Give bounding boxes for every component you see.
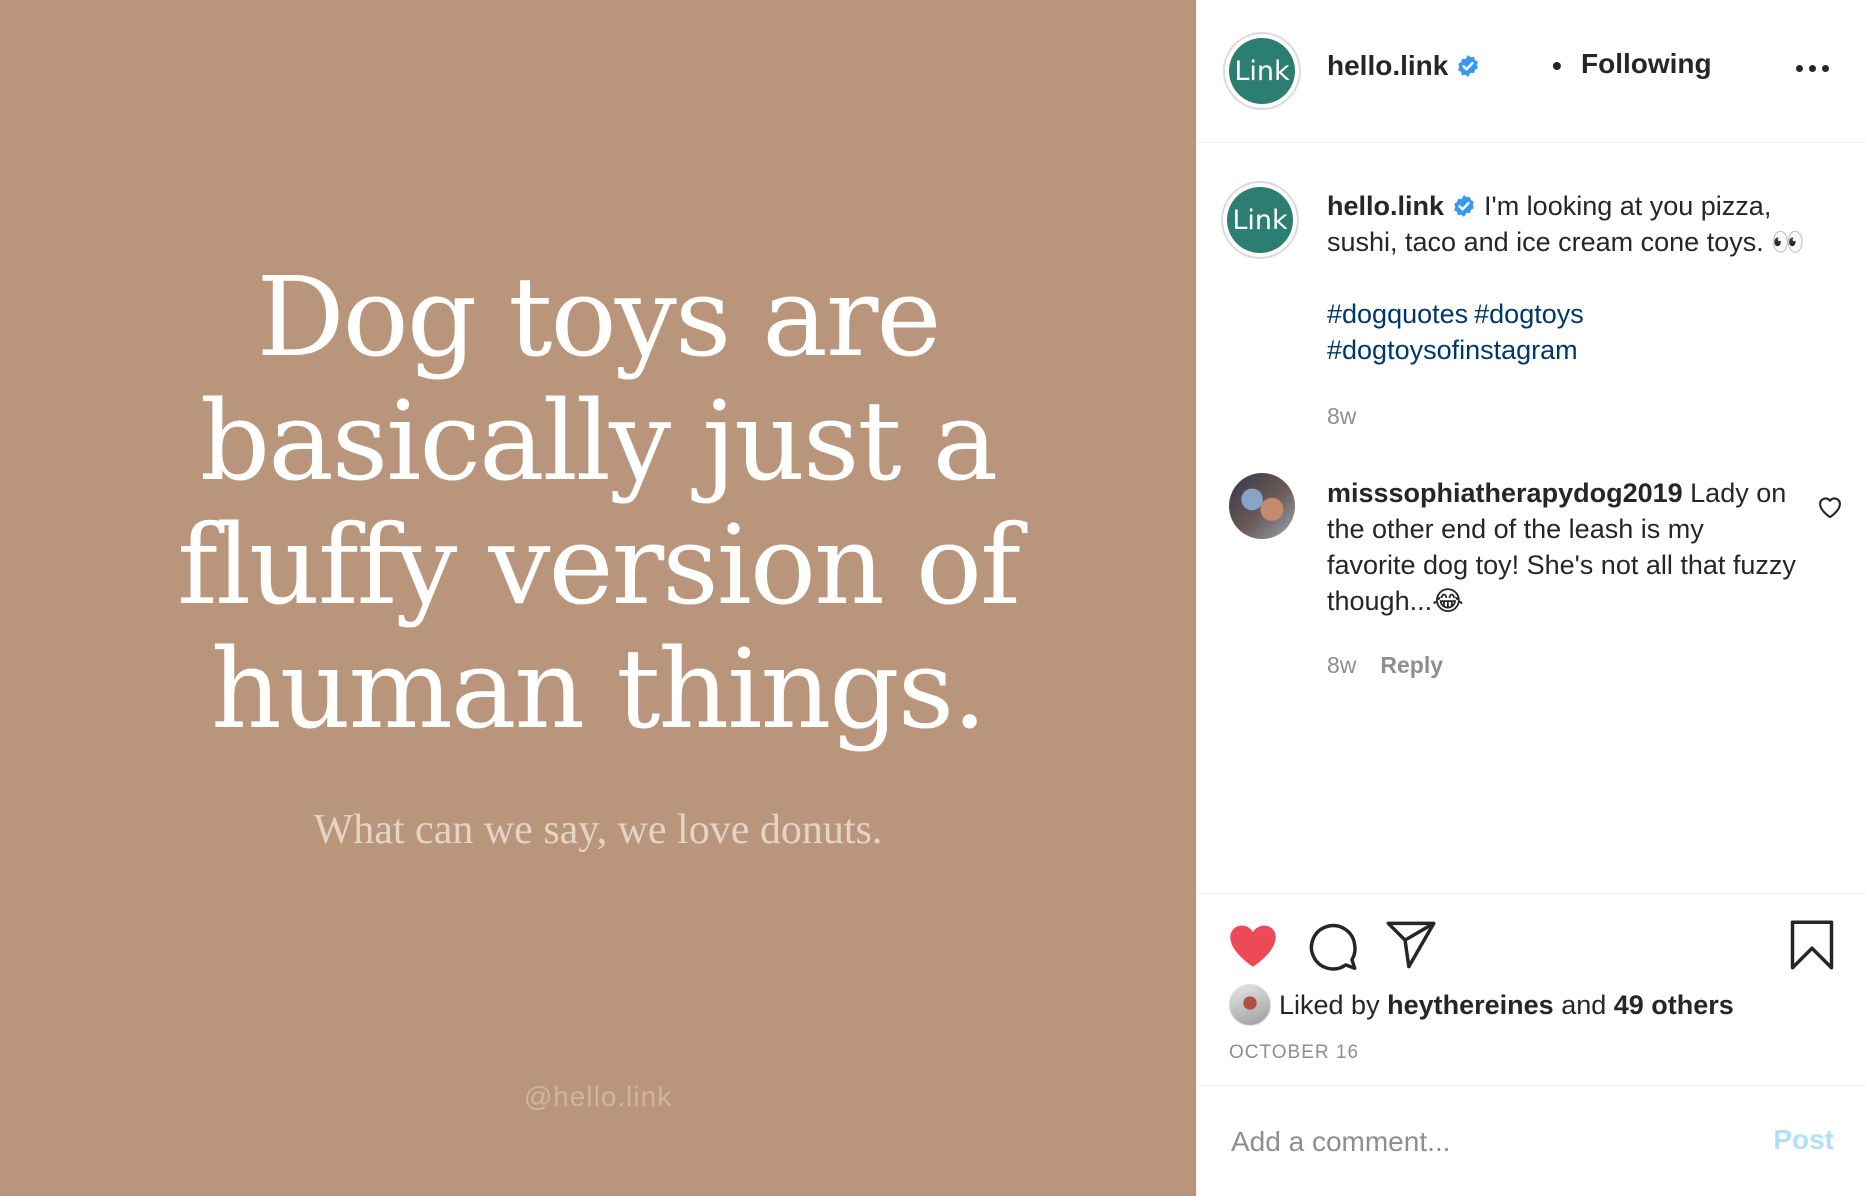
liked-by-user[interactable]: heythereines [1387, 990, 1554, 1021]
post-comment-button[interactable]: Post [1773, 1124, 1834, 1156]
caption-username[interactable]: hello.link [1327, 191, 1444, 221]
share-send-icon[interactable] [1385, 919, 1437, 971]
post-side-panel: Link hello.link • Following Link hello.l… [1196, 0, 1866, 1196]
caption-body: hello.link I'm looking at you pizza, sus… [1327, 188, 1847, 434]
quote-line: basically just a [199, 377, 998, 505]
header-separator: • [1552, 50, 1562, 81]
comment-input[interactable] [1229, 1116, 1713, 1168]
author-username-text: hello.link [1327, 50, 1449, 81]
post-date[interactable]: OCTOBER 16 [1229, 1042, 1359, 1064]
quote-subline: What can we say, we love donuts. [313, 807, 883, 853]
hashtag-link[interactable]: #dogquotes [1327, 296, 1468, 332]
reply-button[interactable]: Reply [1380, 652, 1443, 678]
caption-author-avatar[interactable]: Link [1227, 187, 1293, 253]
author-username[interactable]: hello.link [1327, 50, 1480, 82]
quote-line: fluffy version of [177, 501, 1021, 629]
comment-bubble-icon[interactable] [1307, 919, 1359, 971]
comments-section[interactable]: Link hello.link I'm looking at you pizza… [1197, 143, 1866, 893]
liker-avatar[interactable] [1229, 984, 1271, 1026]
commenter-avatar[interactable] [1229, 473, 1295, 539]
image-watermark: @hello.link [523, 1081, 673, 1112]
instagram-post: Dog toys are basically just a fluffy ver… [0, 0, 1866, 1196]
post-image[interactable]: Dog toys are basically just a fluffy ver… [0, 0, 1196, 1196]
post-header: Link hello.link • Following [1197, 0, 1866, 143]
avatar-logo-text: Link [1234, 55, 1290, 87]
comment-timestamp[interactable]: 8w [1327, 652, 1356, 678]
verified-badge-icon [1454, 194, 1474, 217]
hashtag-link[interactable]: #dogtoys [1474, 296, 1584, 332]
post-actions: Liked by heythereines and 49 others OCTO… [1197, 893, 1866, 1086]
liked-by-and: and [1561, 989, 1607, 1020]
like-heart-icon[interactable] [1227, 919, 1279, 971]
quote-text: Dog toys are basically just a fluffy ver… [98, 255, 1098, 751]
quote-line: Dog toys are [256, 253, 941, 381]
liked-by-prefix: Liked by [1279, 989, 1380, 1020]
add-comment-bar: Post [1197, 1085, 1866, 1196]
following-button[interactable]: Following [1581, 48, 1712, 80]
caption-timestamp[interactable]: 8w [1327, 398, 1847, 434]
comment-meta: 8w Reply [1327, 647, 1797, 683]
avatar-logo-text: Link [1232, 204, 1288, 236]
comment-username[interactable]: misssophiatherapydog2019 [1327, 478, 1683, 508]
author-avatar[interactable]: Link [1229, 38, 1295, 104]
comment-body: misssophiatherapydog2019 Lady on the oth… [1327, 475, 1797, 683]
liked-by: Liked by heythereines and 49 others [1229, 984, 1734, 1026]
comment-like-heart-icon[interactable] [1816, 493, 1844, 519]
verified-badge-icon [1458, 54, 1479, 77]
caption-hashtags: #dogquotes #dogtoys #dogtoysofinstagram [1327, 296, 1847, 368]
quote-line: human things. [210, 625, 987, 753]
liked-by-others[interactable]: 49 others [1614, 990, 1734, 1021]
hashtag-link[interactable]: #dogtoysofinstagram [1327, 332, 1578, 368]
more-horizontal-icon[interactable] [1792, 58, 1832, 78]
save-bookmark-icon[interactable] [1786, 919, 1838, 971]
